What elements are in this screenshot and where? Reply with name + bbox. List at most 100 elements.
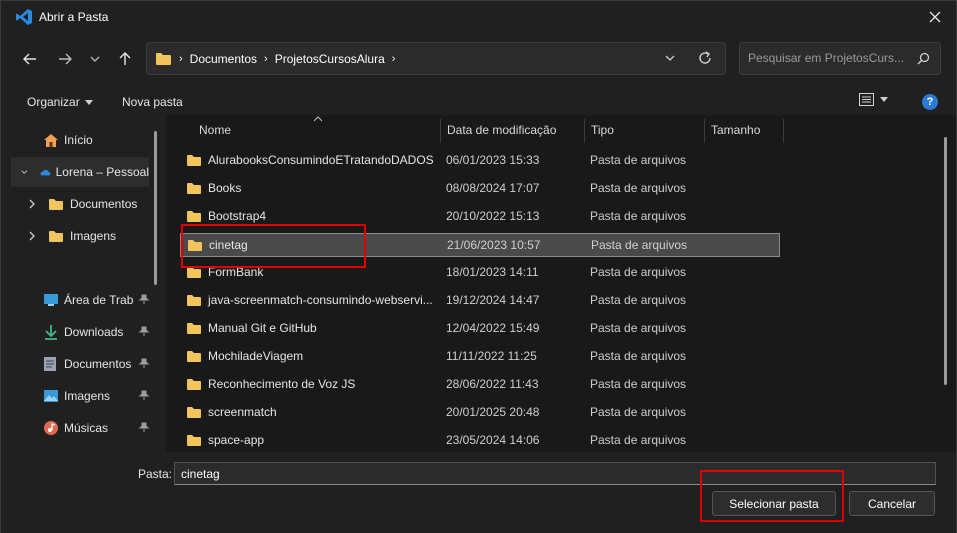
- file-type: Pasta de arquivos: [590, 265, 687, 279]
- file-type: Pasta de arquivos: [590, 293, 687, 307]
- sidebar-scrollbar[interactable]: [154, 131, 157, 285]
- sidebar-item-onedrive[interactable]: Lorena – Pessoal: [11, 157, 149, 187]
- column-header-name[interactable]: Nome: [199, 115, 439, 145]
- home-icon: [44, 133, 58, 147]
- search-box[interactable]: [739, 42, 941, 75]
- chevron-right-icon: [29, 199, 35, 209]
- file-list-scrollbar[interactable]: [944, 137, 947, 385]
- search-input[interactable]: [748, 51, 908, 65]
- file-list: Nome Data de modificação Tipo Tamanho Al…: [166, 115, 956, 452]
- chevron-right-icon: ›: [264, 52, 268, 65]
- file-row[interactable]: Reconhecimento de Voz JS 28/06/2022 11:43…: [180, 373, 780, 397]
- file-type: Pasta de arquivos: [591, 238, 688, 252]
- sidebar-item-label: Área de Trabalho: [64, 293, 134, 307]
- file-name: Reconhecimento de Voz JS: [208, 377, 356, 391]
- download-icon: [45, 325, 57, 340]
- file-name: AlurabooksConsumindoETratandoDADOS: [208, 153, 434, 167]
- file-type: Pasta de arquivos: [590, 321, 687, 335]
- file-row[interactable]: space-app 23/05/2024 14:06 Pasta de arquiv…: [180, 429, 780, 452]
- refresh-button[interactable]: [697, 49, 713, 70]
- file-row[interactable]: AlurabooksConsumindoETratandoDADOS 06/01/…: [180, 149, 780, 173]
- arrow-up-icon: [119, 52, 131, 65]
- back-button[interactable]: [18, 48, 42, 70]
- file-row[interactable]: cinetag 21/06/2023 10:57 Pasta de arquivos: [180, 233, 780, 257]
- open-folder-dialog: Abrir a Pasta › Documentos › ProjetosCur…: [0, 0, 957, 533]
- column-header-date[interactable]: Data de modificação: [447, 115, 582, 145]
- breadcrumb-item[interactable]: Documentos: [190, 52, 257, 66]
- sidebar-item-home[interactable]: Início: [11, 125, 149, 155]
- search-icon: [917, 52, 930, 65]
- file-date: 20/10/2022 15:13: [446, 209, 540, 223]
- sidebar-item-documentos[interactable]: Documentos: [11, 189, 149, 219]
- file-name: space-app: [208, 433, 265, 447]
- column-divider[interactable]: [704, 119, 705, 143]
- file-date: 23/05/2024 14:06: [446, 433, 540, 447]
- file-name-cell: AlurabooksConsumindoETratandoDADOS: [186, 149, 444, 171]
- address-history-button[interactable]: [665, 51, 675, 68]
- file-type: Pasta de arquivos: [590, 433, 687, 447]
- file-name: FormBank: [208, 265, 264, 279]
- file-row[interactable]: java-screenmatch-consumindo-webservi... 1…: [180, 289, 780, 313]
- folder-name-input[interactable]: [174, 462, 936, 485]
- column-divider[interactable]: [783, 119, 784, 143]
- column-header-size[interactable]: Tamanho: [711, 115, 781, 145]
- help-button[interactable]: ?: [922, 94, 938, 110]
- pin-icon: [139, 422, 149, 432]
- file-name: MochiladeViagem: [208, 349, 304, 363]
- file-row[interactable]: screenmatch 20/01/2025 20:48 Pasta de arqu…: [180, 401, 780, 425]
- column-divider[interactable]: [584, 119, 585, 143]
- sidebar-item-imagens-quick[interactable]: Imagens: [11, 381, 149, 411]
- file-row[interactable]: Books 08/08/2024 17:07 Pasta de arquivos: [180, 177, 780, 201]
- sidebar-item-downloads[interactable]: Downloads: [11, 317, 149, 347]
- forward-button[interactable]: [53, 48, 77, 70]
- breadcrumb-item[interactable]: ProjetosCursosAlura: [275, 52, 385, 66]
- file-name-cell: MochiladeViagem: [186, 345, 444, 367]
- folder-icon: [187, 322, 201, 334]
- file-name: java-screenmatch-consumindo-webservi...: [208, 293, 433, 307]
- column-header-type[interactable]: Tipo: [591, 115, 701, 145]
- column-divider[interactable]: [440, 119, 441, 143]
- up-button[interactable]: [113, 48, 137, 70]
- file-row[interactable]: Manual Git e GitHub 12/04/2022 15:49 Pasta…: [180, 317, 780, 341]
- arrow-left-icon: [23, 53, 36, 65]
- sidebar-item-imagens[interactable]: Imagens: [11, 221, 149, 251]
- folder-icon: [187, 378, 201, 390]
- caret-down-icon: [84, 99, 93, 105]
- organize-menu-button[interactable]: Organizar: [27, 95, 93, 109]
- select-folder-button[interactable]: Selecionar pasta: [712, 491, 836, 516]
- chevron-down-icon: [90, 56, 100, 62]
- file-type: Pasta de arquivos: [590, 349, 687, 363]
- file-row[interactable]: Bootstrap4 20/10/2022 15:13 Pasta de arqui…: [180, 205, 780, 229]
- file-type: Pasta de arquivos: [590, 209, 687, 223]
- navigation-bar: › Documentos › ProjetosCursosAlura ›: [1, 39, 956, 79]
- new-folder-button[interactable]: Nova pasta: [122, 95, 183, 109]
- file-name: Manual Git e GitHub: [208, 321, 317, 335]
- close-icon: [929, 11, 941, 23]
- cancel-button[interactable]: Cancelar: [849, 491, 935, 516]
- file-row[interactable]: MochiladeViagem 11/11/2022 11:25 Pasta de …: [180, 345, 780, 369]
- file-date: 18/01/2023 14:11: [446, 265, 539, 279]
- sidebar-item-desktop[interactable]: Área de Trabalho: [11, 285, 149, 315]
- sidebar-item-label: Documentos: [64, 357, 132, 371]
- sidebar-item-musicas[interactable]: Músicas: [11, 413, 149, 443]
- address-bar[interactable]: › Documentos › ProjetosCursosAlura ›: [146, 42, 726, 75]
- file-row[interactable]: FormBank 18/01/2023 14:11 Pasta de arquivo…: [180, 261, 780, 285]
- desktop-icon: [44, 294, 58, 306]
- breadcrumb: › Documentos › ProjetosCursosAlura ›: [155, 43, 395, 74]
- onedrive-icon: [40, 169, 50, 175]
- sidebar-item-documentos-quick[interactable]: Documentos: [11, 349, 149, 379]
- sidebar-item-label: Músicas: [64, 421, 109, 435]
- folder-icon: [49, 198, 63, 210]
- sidebar-item-label: Lorena – Pessoal: [55, 165, 149, 179]
- command-bar: Organizar Nova pasta ?: [1, 87, 956, 117]
- view-options-button[interactable]: [859, 93, 888, 106]
- pin-icon: [139, 294, 149, 304]
- folder-icon: [156, 52, 171, 65]
- pin-icon: [139, 326, 149, 336]
- pin-icon: [139, 358, 149, 368]
- documents-icon: [44, 357, 56, 371]
- file-name-cell: Bootstrap4: [186, 205, 444, 227]
- recent-locations-button[interactable]: [83, 48, 107, 70]
- folder-name-label: Pasta:: [138, 467, 173, 481]
- close-button[interactable]: [920, 4, 950, 30]
